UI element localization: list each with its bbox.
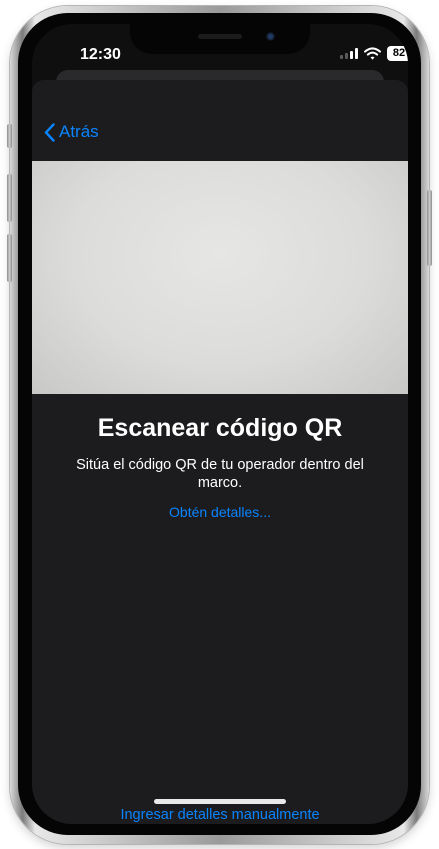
qr-scanner-sheet: Atrás Escanear código QR Sitúa el código… [32, 80, 408, 824]
home-indicator[interactable] [154, 799, 286, 804]
phone-notch [130, 24, 310, 54]
camera-viewfinder [32, 161, 408, 394]
status-icons: 82 [340, 44, 408, 62]
speaker-grille [198, 34, 242, 39]
mute-switch [7, 124, 12, 148]
back-label: Atrás [59, 122, 99, 141]
instruction-text: Sitúa el código QR de tu operador dentro… [76, 457, 364, 491]
volume-up-button [7, 174, 12, 222]
status-time: 12:30 [80, 46, 121, 63]
chevron-left-icon [44, 122, 55, 142]
front-camera [266, 32, 275, 41]
volume-down-button [7, 234, 12, 282]
get-details-link[interactable]: Obtén detalles... [32, 504, 408, 520]
power-button [427, 190, 432, 266]
phone-screen: Atrás Escanear código QR Sitúa el código… [32, 24, 408, 824]
signal-icon [340, 47, 358, 59]
battery-icon: 82 [387, 45, 408, 61]
wifi-icon [364, 46, 381, 60]
page-title: Escanear código QR [97, 414, 343, 442]
enter-manually-link[interactable]: Ingresar detalles manualmente [32, 807, 408, 823]
back-button[interactable]: Atrás [44, 122, 99, 142]
